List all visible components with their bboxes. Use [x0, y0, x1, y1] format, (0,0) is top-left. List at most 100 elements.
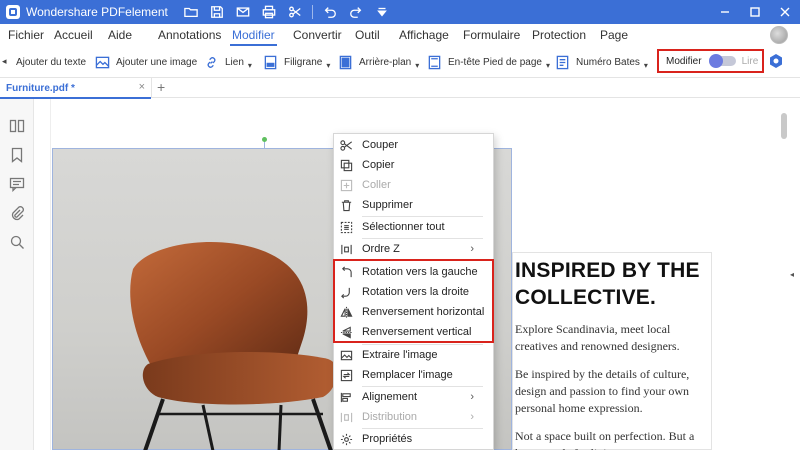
- document-paragraph: Be inspired by the details of culture, d…: [515, 367, 690, 415]
- chevron-down-icon: ▾: [415, 60, 420, 70]
- open-folder-icon[interactable]: [178, 0, 204, 24]
- expand-right-panel-icon[interactable]: ◂: [790, 270, 794, 279]
- user-avatar[interactable]: [770, 26, 788, 44]
- scrollbar-thumb[interactable]: [781, 113, 787, 139]
- menu-item-label: Renversement vertical: [362, 326, 472, 338]
- close-window-icon[interactable]: [770, 0, 800, 24]
- menu-item-label: Coller: [362, 179, 391, 191]
- menu-modifier[interactable]: Modifier: [230, 24, 277, 46]
- save-icon[interactable]: [204, 0, 230, 24]
- menu-item-rotate-left[interactable]: Rotation vers la gauche: [334, 262, 493, 282]
- add-text-label: Ajouter du texte: [16, 56, 87, 68]
- trash-icon: [339, 198, 353, 212]
- menu-item-paste[interactable]: Coller: [334, 175, 493, 195]
- align-icon: [339, 390, 353, 404]
- search-icon[interactable]: [9, 234, 25, 250]
- app-title: Wondershare PDFelement: [26, 5, 168, 19]
- link-button[interactable]: Lien ▾: [203, 46, 252, 78]
- menu-item-rotate-right[interactable]: Rotation vers la droite: [334, 282, 493, 302]
- background-icon: [337, 54, 353, 70]
- toolbar-scroll-left-icon[interactable]: ◂: [2, 56, 7, 67]
- scissors-icon: [339, 138, 353, 152]
- menu-item-label: Distribution: [362, 411, 418, 423]
- menu-aide[interactable]: Aide: [108, 24, 132, 46]
- thumbnails-icon[interactable]: [9, 118, 25, 134]
- menu-item-extract-image[interactable]: Extraire l'image: [334, 345, 493, 365]
- submenu-arrow-icon: ›: [470, 243, 474, 255]
- watermark-icon: [262, 54, 278, 70]
- customize-dropdown-icon[interactable]: [369, 0, 395, 24]
- menu-item-flip-horizontal[interactable]: Renversement horizontal: [334, 302, 493, 322]
- vertical-scrollbar[interactable]: [778, 99, 800, 450]
- undo-icon[interactable]: [317, 0, 343, 24]
- comment-icon[interactable]: [9, 176, 25, 193]
- menu-item-flip-vertical[interactable]: Renversement vertical: [334, 322, 493, 342]
- scissors-icon[interactable]: [282, 0, 308, 24]
- mode-toggle[interactable]: [708, 54, 736, 68]
- settings-gear-icon: [339, 432, 353, 446]
- tab-title: Furniture.pdf *: [6, 82, 75, 94]
- redo-icon[interactable]: [343, 0, 369, 24]
- menu-item-select-all[interactable]: Sélectionner tout: [334, 217, 493, 237]
- rotate-handle[interactable]: [262, 137, 267, 142]
- text-block[interactable]: INSPIRED BY THE COLLECTIVE. Explore Scan…: [512, 252, 712, 450]
- menu-item-label: Renversement horizontal: [362, 306, 485, 318]
- extract-image-icon: [339, 348, 353, 362]
- watermark-button[interactable]: Filigrane ▾: [262, 46, 330, 78]
- paste-icon: [339, 178, 353, 192]
- add-tab-icon[interactable]: +: [157, 79, 165, 95]
- toolbar-divider: [311, 5, 313, 19]
- menu-affichage[interactable]: Affichage: [399, 24, 449, 46]
- app-logo-icon: [6, 5, 20, 19]
- menu-divider: [362, 260, 483, 261]
- header-footer-button[interactable]: En-tête Pied de page ▾: [426, 46, 550, 78]
- document-heading: INSPIRED BY THE COLLECTIVE.: [515, 259, 700, 309]
- menu-page[interactable]: Page: [600, 24, 628, 46]
- menu-convertir[interactable]: Convertir: [293, 24, 342, 46]
- bates-number-button[interactable]: Numéro Bates ▾: [554, 46, 648, 78]
- add-image-button[interactable]: Ajouter une image: [94, 46, 197, 78]
- menu-annotations[interactable]: Annotations: [158, 24, 221, 46]
- chevron-down-icon: ▾: [545, 60, 550, 70]
- distribute-icon: [339, 410, 353, 424]
- menu-item-replace-image[interactable]: Remplacer l'image: [334, 365, 493, 385]
- menu-item-label: Rotation vers la gauche: [362, 266, 478, 278]
- menu-fichier[interactable]: Fichier: [8, 24, 44, 46]
- hexagon-settings-icon[interactable]: [768, 53, 784, 69]
- menu-item-copy[interactable]: Copier: [334, 155, 493, 175]
- add-text-button[interactable]: Ajouter du texte: [16, 46, 86, 78]
- menu-accueil[interactable]: Accueil: [54, 24, 93, 46]
- bookmark-icon[interactable]: [9, 147, 25, 163]
- menu-item-delete[interactable]: Supprimer: [334, 195, 493, 215]
- tab-furniture-pdf[interactable]: Furniture.pdf * ×: [0, 78, 152, 99]
- submenu-arrow-icon: ›: [470, 411, 474, 423]
- mail-icon[interactable]: [230, 0, 256, 24]
- attachment-icon[interactable]: [9, 205, 25, 221]
- mode-read-label: Lire: [741, 55, 759, 67]
- menu-item-label: Ordre Z: [362, 243, 400, 255]
- close-tab-icon[interactable]: ×: [139, 81, 145, 93]
- print-icon[interactable]: [256, 0, 282, 24]
- menu-item-z-order[interactable]: Ordre Z ›: [334, 239, 493, 259]
- menu-outil[interactable]: Outil: [355, 24, 380, 46]
- maximize-icon[interactable]: [740, 0, 770, 24]
- menu-item-properties[interactable]: Propriétés: [334, 429, 493, 449]
- window-controls: [710, 0, 800, 24]
- edit-read-mode-switch: Modifier Lire: [657, 49, 764, 73]
- menu-protection[interactable]: Protection: [532, 24, 586, 46]
- flip-vertical-icon: [339, 325, 353, 339]
- title-bar: Wondershare PDFelement: [0, 0, 800, 24]
- menu-item-cut[interactable]: Couper: [334, 135, 493, 155]
- menu-item-distribute[interactable]: Distribution ›: [334, 407, 493, 427]
- document-paragraph: Explore Scandinavia, meet local creative…: [515, 322, 680, 353]
- replace-image-icon: [339, 368, 353, 382]
- menu-item-label: Couper: [362, 139, 399, 151]
- chevron-down-icon: ▾: [326, 60, 331, 70]
- menu-formulaire[interactable]: Formulaire: [463, 24, 520, 46]
- background-button[interactable]: Arrière-plan ▾: [337, 46, 419, 78]
- minimize-icon[interactable]: [710, 0, 740, 24]
- menu-item-align[interactable]: Alignement ›: [334, 387, 493, 407]
- left-sidebar: [0, 99, 34, 450]
- context-menu: Couper Copier Coller Supprimer Sélection…: [333, 133, 494, 450]
- menu-item-label: Propriétés: [362, 433, 413, 445]
